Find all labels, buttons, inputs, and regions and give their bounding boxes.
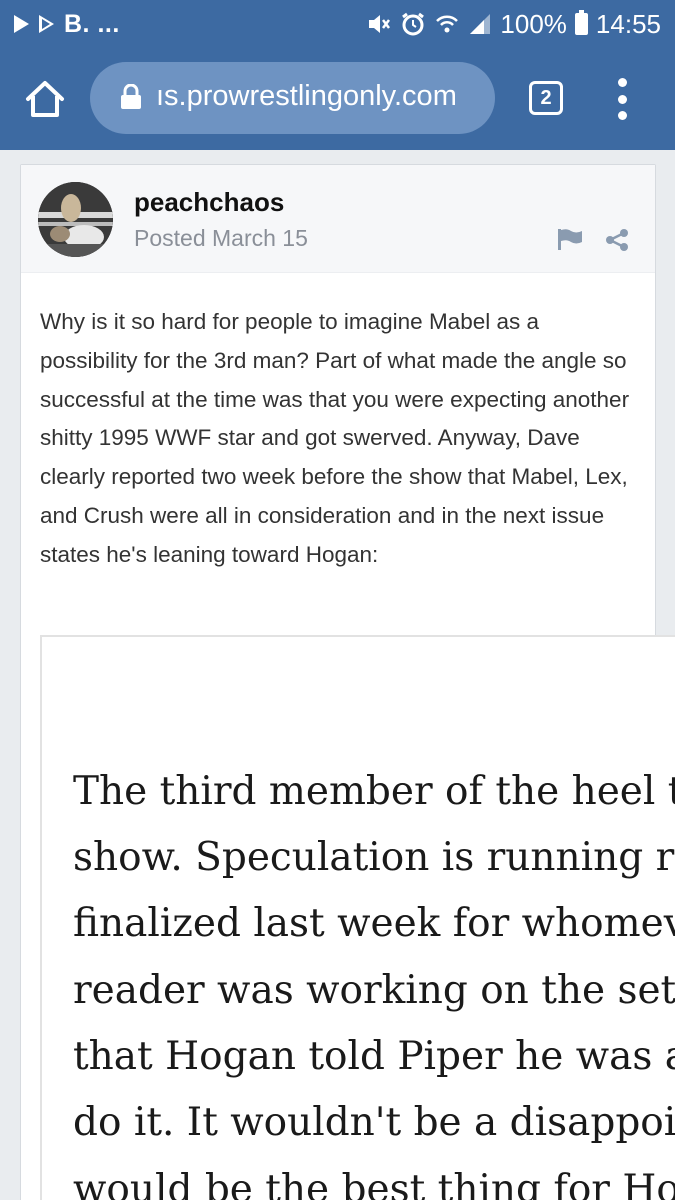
play-store-icon (39, 15, 54, 33)
status-left: B. ... (14, 8, 120, 40)
lock-icon (121, 84, 141, 109)
alarm-icon (402, 12, 425, 36)
report-flag-icon[interactable] (557, 228, 583, 250)
mute-icon (369, 15, 391, 33)
browser-toolbar: ıs.prowrestlingonly.com 2 (0, 48, 675, 150)
quote-line: finalized last week for whomeve (73, 901, 675, 946)
post-date[interactable]: Posted March 15 (134, 225, 308, 252)
url-bar[interactable]: ıs.prowrestlingonly.com (90, 62, 495, 134)
post-header: peachchaos Posted March 15 (21, 165, 655, 273)
signal-icon (470, 14, 491, 34)
quote-line: that Hogan told Piper he was ask (73, 1034, 675, 1079)
battery-percent: 100% (500, 8, 567, 39)
author-name[interactable]: peachchaos (134, 187, 284, 218)
tab-switcher-button[interactable]: 2 (529, 81, 563, 115)
wifi-icon (436, 15, 459, 33)
clock: 14:55 (595, 8, 661, 39)
notification-text: B. ... (64, 9, 120, 38)
share-icon[interactable] (605, 228, 629, 252)
status-bar: B. ... 100% 14:55 (0, 0, 675, 48)
quote-line: do it. It wouldn't be a disappoint (73, 1100, 675, 1145)
battery-icon (574, 10, 588, 35)
post-body: Why is it so hard for people to imagine … (40, 309, 630, 567)
post-card: peachchaos Posted March 15 Why is it so … (20, 164, 675, 1200)
home-icon[interactable] (24, 78, 66, 120)
page-content: peachchaos Posted March 15 Why is it so … (0, 150, 675, 1200)
quote-line: show. Speculation is running ran (73, 835, 675, 880)
play-icon (14, 15, 29, 33)
url-text[interactable]: ıs.prowrestlingonly.com (156, 80, 457, 113)
status-right: 100% 14:55 (366, 8, 661, 40)
quoted-image: The third member of the heel tea show. S… (40, 635, 675, 1200)
avatar[interactable] (38, 182, 113, 257)
quote-line: would be the best thing for Hoga (73, 1167, 675, 1200)
quote-line: reader was working on the set of (73, 968, 675, 1013)
quote-line: The third member of the heel tea (73, 769, 675, 814)
overflow-menu-icon[interactable] (612, 78, 632, 120)
